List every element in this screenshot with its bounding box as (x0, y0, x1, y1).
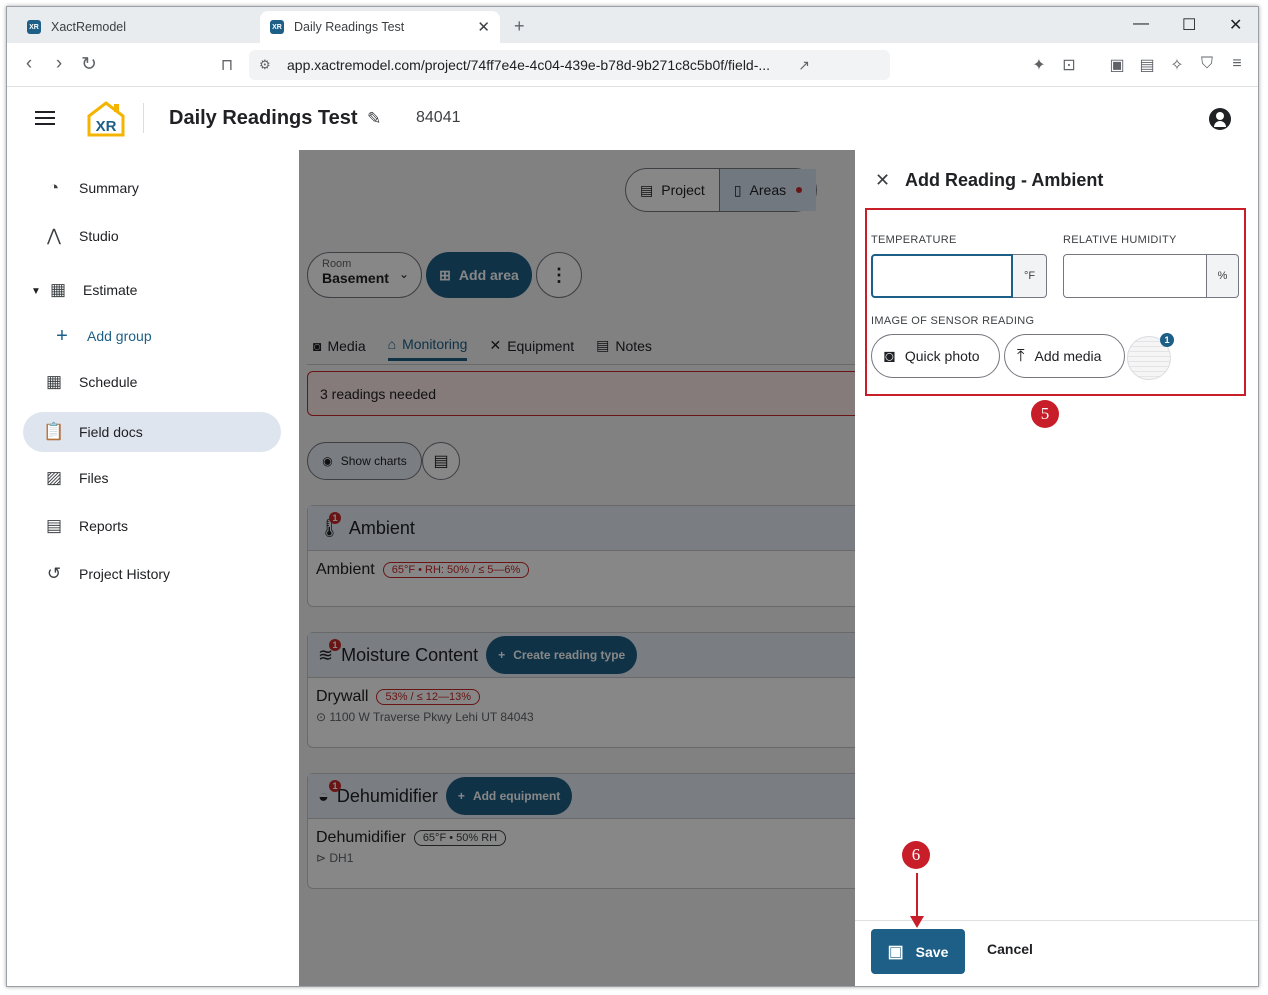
sidebar-item-project-history[interactable]: ↺ Project History (23, 554, 281, 594)
save-label: Save (915, 943, 949, 960)
plus-icon: + (56, 324, 68, 347)
minimize-icon[interactable]: — (1133, 15, 1149, 33)
sidebar-item-files[interactable]: ▨ Files (23, 458, 281, 498)
sidebar-item-label: Summary (79, 180, 139, 196)
header-divider (143, 103, 144, 133)
calendar-icon: ▦ (45, 372, 63, 391)
humidity-label: RELATIVE HUMIDITY (1063, 234, 1177, 246)
media-count-badge: 1 (1160, 333, 1174, 347)
account-icon[interactable] (1209, 108, 1231, 130)
temperature-label: TEMPERATURE (871, 234, 957, 246)
temperature-field[interactable] (871, 254, 1013, 298)
project-number: 84041 (416, 109, 461, 126)
back-icon[interactable]: ‹ (17, 53, 41, 75)
sidebar-item-label: Field docs (79, 424, 143, 440)
tab-strip: XR XactRemodel XR Daily Readings Test ✕ … (7, 7, 1258, 43)
app-header: XR Daily Readings Test ✎ 84041 (7, 87, 1258, 150)
browser-tab-daily-readings[interactable]: XR Daily Readings Test ✕ (260, 11, 500, 43)
step-6-arrow-line (916, 873, 918, 921)
wallet-icon[interactable]: ▤ (1137, 55, 1157, 75)
clipboard-icon: 📋 (43, 422, 65, 441)
quick-photo-button[interactable]: ◙ Quick photo (871, 334, 1000, 378)
extensions-icon[interactable]: ✦ (1029, 55, 1049, 75)
menu-icon[interactable]: ≡ (1227, 55, 1247, 73)
step-6-arrow-head (910, 916, 924, 928)
sidebar-item-field-docs[interactable]: 📋 Field docs (23, 412, 281, 452)
sidebar: ◔ Summary ⋀ Studio ▼ ▦ Estimate + Add gr… (7, 150, 299, 986)
close-icon[interactable]: ✕ (875, 170, 890, 191)
sidebar-item-label: Files (79, 470, 109, 486)
hamburger-icon[interactable] (35, 111, 55, 125)
site-info-icon[interactable]: ⚙ (259, 57, 275, 73)
tab-title: Daily Readings Test (294, 20, 405, 34)
floppy-disk-icon: ▣ (887, 941, 904, 961)
sidebar-item-label: Add group (87, 328, 152, 344)
browser-window: XR XactRemodel XR Daily Readings Test ✕ … (6, 6, 1259, 987)
sidebar-item-label: Reports (79, 518, 129, 534)
sidebar-item-label: Project History (79, 566, 171, 582)
history-icon: ↺ (46, 564, 62, 583)
close-window-icon[interactable]: ✕ (1229, 15, 1242, 35)
temperature-unit: °F (1013, 254, 1047, 298)
sidebar-icon[interactable]: ▣ (1107, 55, 1127, 75)
sidebar-item-studio[interactable]: ⋀ Studio (23, 216, 281, 256)
step-6-marker: 6 (902, 841, 930, 869)
url-text: app.xactremodel.com/project/74ff7e4e-4c0… (287, 57, 771, 73)
panel-title: Add Reading - Ambient (905, 170, 1104, 190)
search-tab-icon[interactable]: ⊡ (1059, 55, 1079, 75)
add-camera-icon: ◙ (884, 345, 895, 366)
sidebar-item-label: Estimate (83, 282, 138, 298)
edit-pencil-icon[interactable]: ✎ (367, 109, 381, 129)
humidity-unit: % (1207, 254, 1239, 298)
sidebar-item-estimate[interactable]: ▦ Estimate (27, 270, 285, 310)
save-button[interactable]: ▣ Save (871, 929, 965, 974)
copilot-icon[interactable]: ✧ (1167, 55, 1187, 75)
forward-icon[interactable]: › (47, 53, 71, 75)
new-tab-icon[interactable]: + (514, 16, 525, 37)
humidity-field[interactable] (1063, 254, 1207, 298)
xr-favicon-icon: XR (27, 20, 41, 34)
step-5-marker: 5 (1031, 400, 1059, 428)
sidebar-item-label: Schedule (79, 374, 138, 390)
compass-icon: ⋀ (47, 226, 61, 245)
logo-text: XR (96, 118, 117, 135)
button-label: Quick photo (904, 348, 980, 364)
cancel-button[interactable]: Cancel (987, 941, 1033, 957)
maximize-icon[interactable]: ☐ (1182, 15, 1196, 35)
share-icon[interactable]: ↗ (798, 57, 810, 74)
calculator-icon: ▦ (49, 280, 67, 299)
button-label: Add media (1034, 348, 1102, 364)
xactremodel-logo: XR (87, 101, 125, 137)
sidebar-item-reports[interactable]: ▤ Reports (23, 506, 281, 546)
sidebar-item-summary[interactable]: ◔ Summary (23, 168, 281, 208)
address-bar[interactable]: ⚙ app.xactremodel.com/project/74ff7e4e-4… (249, 50, 890, 80)
gauge-icon: ◔ (48, 178, 60, 197)
project-title: Daily Readings Test (169, 107, 358, 129)
shield-icon[interactable]: ⛉ (1197, 55, 1217, 73)
modal-scrim[interactable] (299, 150, 855, 986)
sidebar-item-schedule[interactable]: ▦ Schedule (23, 362, 281, 402)
humidity-input[interactable] (1064, 255, 1206, 297)
tab-title: XactRemodel (51, 20, 127, 34)
sidebar-item-label: Studio (79, 228, 119, 244)
image-label: IMAGE OF SENSOR READING (871, 315, 1035, 327)
close-tab-icon[interactable]: ✕ (477, 18, 490, 36)
sidebar-item-add-group[interactable]: + Add group (23, 316, 281, 356)
images-icon: ▨ (45, 468, 63, 487)
bookmark-icon[interactable]: ⊓ (215, 55, 239, 75)
reload-icon[interactable]: ↻ (77, 53, 101, 76)
browser-tab-xactremodel[interactable]: XR XactRemodel (17, 11, 257, 43)
temperature-input[interactable] (873, 256, 1011, 296)
add-media-button[interactable]: ⤒ Add media (1004, 334, 1125, 378)
document-icon: ▤ (45, 516, 63, 535)
xr-favicon-icon: XR (270, 20, 284, 34)
upload-icon: ⤒ (1017, 346, 1025, 365)
browser-toolbar: ‹ › ↻ ⊓ ⚙ app.xactremodel.com/project/74… (7, 43, 1258, 87)
